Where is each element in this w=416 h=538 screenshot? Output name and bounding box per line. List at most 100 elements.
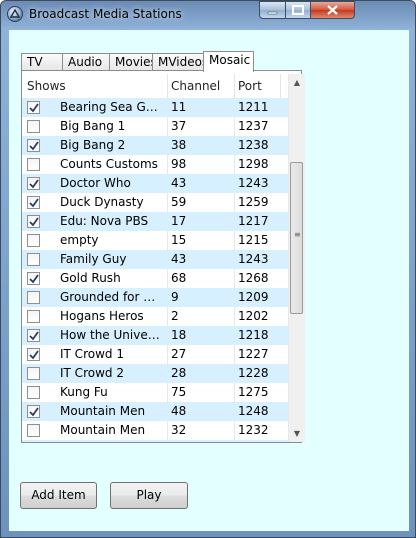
- port-number: 1227: [238, 347, 269, 361]
- checkbox-unchecked[interactable]: [27, 120, 40, 133]
- column-header-channel[interactable]: Channel: [171, 79, 220, 93]
- channel-number: 15: [171, 233, 187, 247]
- checkbox-unchecked[interactable]: [27, 310, 40, 323]
- window-title: Broadcast Media Stations: [29, 7, 182, 21]
- show-name: Kung Fu: [60, 385, 108, 399]
- column-header-shows[interactable]: Shows: [27, 79, 66, 93]
- tab-audio[interactable]: Audio: [62, 53, 110, 71]
- table-row[interactable]: Big Bang 2 38 1238: [22, 136, 288, 155]
- checkmark-icon: [29, 179, 39, 189]
- channel-number: 38: [171, 138, 187, 152]
- channel-number: 11: [171, 100, 187, 114]
- channel-number: 17: [171, 214, 187, 228]
- close-button[interactable]: [310, 1, 355, 19]
- minimize-button[interactable]: [259, 1, 286, 19]
- table-row[interactable]: Counts Customs 98 1298: [22, 155, 288, 174]
- checkbox-unchecked[interactable]: [27, 234, 40, 247]
- checkbox-unchecked[interactable]: [27, 291, 40, 304]
- table-row[interactable]: IT Crowd 2 28 1228: [22, 364, 288, 383]
- table-row[interactable]: Big Bang 1 37 1237: [22, 117, 288, 136]
- table-row[interactable]: Kung Fu 75 1275: [22, 383, 288, 402]
- table-row[interactable]: Mountain Men 48 1248: [22, 402, 288, 421]
- show-name: empty: [60, 233, 99, 247]
- column-header-port[interactable]: Port: [238, 79, 262, 93]
- vertical-scrollbar[interactable]: ▲ ≡ ▼: [288, 74, 305, 442]
- tab-mvideos[interactable]: MVideos: [152, 53, 208, 71]
- show-name: Gold Rush: [60, 271, 121, 285]
- channel-number: 48: [171, 404, 187, 418]
- table-row[interactable]: How the Univers... 18 1218: [22, 326, 288, 345]
- checkbox-unchecked[interactable]: [27, 424, 40, 437]
- column-divider[interactable]: [280, 74, 281, 98]
- tab-tv[interactable]: TV: [21, 53, 63, 71]
- checkmark-icon: [29, 198, 39, 208]
- add-item-button[interactable]: Add Item: [20, 482, 97, 509]
- checkbox-checked[interactable]: [27, 101, 40, 114]
- table-row[interactable]: Doctor Who 43 1243: [22, 174, 288, 193]
- channel-number: 59: [171, 195, 187, 209]
- port-number: 1209: [238, 290, 269, 304]
- table-row[interactable]: Duck Dynasty 59 1259: [22, 193, 288, 212]
- port-number: 1218: [238, 328, 269, 342]
- checkbox-unchecked[interactable]: [27, 253, 40, 266]
- checkbox-unchecked[interactable]: [27, 158, 40, 171]
- table-row[interactable]: empty 15 1215: [22, 231, 288, 250]
- channel-number: 98: [171, 157, 187, 171]
- table-row[interactable]: Family Guy 43 1243: [22, 250, 288, 269]
- port-number: 1243: [238, 252, 269, 266]
- checkbox-unchecked[interactable]: [27, 367, 40, 380]
- show-name: Mountain Men: [60, 404, 146, 418]
- tab-movies[interactable]: Movies: [109, 53, 157, 71]
- channel-number: 18: [171, 328, 187, 342]
- checkmark-icon: [29, 217, 39, 227]
- port-number: 1268: [238, 271, 269, 285]
- table-row[interactable]: Gold Rush 68 1268: [22, 269, 288, 288]
- channel-number: 68: [171, 271, 187, 285]
- checkbox-checked[interactable]: [27, 177, 40, 190]
- checkbox-checked[interactable]: [27, 348, 40, 361]
- table-row[interactable]: Mountain Men 32 1232: [22, 421, 288, 440]
- client-area: TV Audio Movies MVideos Mosaic Shows Cha…: [9, 30, 409, 531]
- port-number: 1248: [238, 404, 269, 418]
- column-divider[interactable]: [234, 74, 235, 98]
- channel-number: 27: [171, 347, 187, 361]
- list-rows: Bearing Sea Gold... 11 1211 Big Bang 1 37 123…: [22, 98, 288, 442]
- table-row[interactable]: Hogans Heros 2 1202: [22, 307, 288, 326]
- channel-number: 75: [171, 385, 187, 399]
- checkbox-unchecked[interactable]: [27, 386, 40, 399]
- show-name: Edu: Nova PBS: [60, 214, 149, 228]
- checkmark-icon: [29, 331, 39, 341]
- column-divider[interactable]: [167, 74, 168, 98]
- maximize-button[interactable]: [285, 1, 311, 19]
- title-bar[interactable]: Broadcast Media Stations: [1, 1, 415, 29]
- show-name: Hogans Heros: [60, 309, 144, 323]
- table-row[interactable]: Grounded for Life 9 1209: [22, 288, 288, 307]
- show-name: Mountain Men: [60, 423, 146, 437]
- checkbox-checked[interactable]: [27, 215, 40, 228]
- channel-number: 37: [171, 119, 187, 133]
- show-name: Counts Customs: [60, 157, 158, 171]
- show-name: Duck Dynasty: [60, 195, 144, 209]
- scroll-down-arrow-icon[interactable]: ▼: [289, 425, 305, 442]
- play-button[interactable]: Play: [110, 482, 188, 509]
- shows-list[interactable]: Shows Channel Port Bearing Sea Gold... 11…: [22, 74, 288, 442]
- port-number: 1298: [238, 157, 269, 171]
- tab-mosaic[interactable]: Mosaic: [203, 51, 254, 72]
- checkbox-checked[interactable]: [27, 272, 40, 285]
- port-number: 1217: [238, 214, 269, 228]
- checkbox-checked[interactable]: [27, 405, 40, 418]
- checkbox-checked[interactable]: [27, 329, 40, 342]
- checkbox-checked[interactable]: [27, 139, 40, 152]
- channel-number: 9: [171, 290, 179, 304]
- scroll-up-arrow-icon[interactable]: ▲: [289, 74, 305, 91]
- table-row[interactable]: Edu: Nova PBS 17 1217: [22, 212, 288, 231]
- table-row[interactable]: Bearing Sea Gold... 11 1211: [22, 98, 288, 117]
- show-name: Bearing Sea Gold...: [60, 100, 160, 114]
- grip-icon: ≡: [294, 230, 301, 239]
- checkmark-icon: [29, 103, 39, 113]
- table-row[interactable]: Man...391219: [22, 440, 288, 442]
- checkbox-checked[interactable]: [27, 196, 40, 209]
- table-row[interactable]: IT Crowd 1 27 1227: [22, 345, 288, 364]
- show-name: Big Bang 2: [60, 138, 126, 152]
- scrollbar-thumb[interactable]: ≡: [290, 162, 303, 314]
